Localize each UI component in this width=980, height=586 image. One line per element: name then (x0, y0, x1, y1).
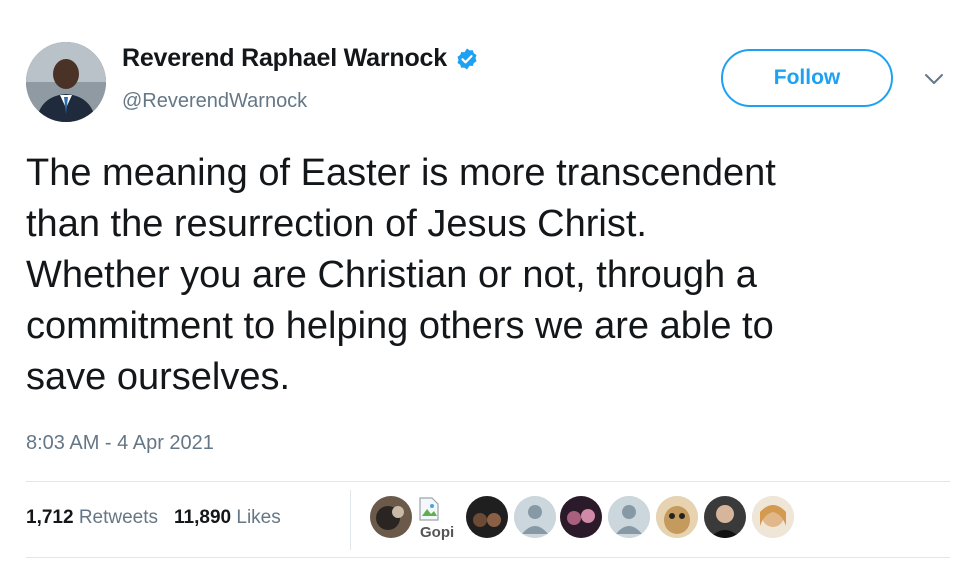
chevron-down-icon[interactable] (923, 72, 945, 86)
divider-bottom (26, 557, 950, 558)
likes-label: Likes (236, 507, 281, 528)
liker-avatar-4[interactable] (656, 496, 698, 538)
liker-avatar-5[interactable] (704, 496, 746, 538)
tweet-text: The meaning of Easter is more transcende… (26, 152, 776, 398)
broken-image-alt-text: Gopi (420, 524, 455, 541)
verified-badge-icon (457, 48, 477, 69)
likes-stat[interactable]: 11,890 Likes (174, 507, 281, 529)
author-name[interactable]: Reverend Raphael Warnock (122, 44, 479, 73)
liker-avatar-default-2[interactable] (608, 496, 650, 538)
retweets-label: Retweets (78, 507, 159, 528)
broken-image-icon (419, 497, 439, 521)
tweet-card: Reverend Raphael Warnock @ReverendWarnoc… (0, 0, 980, 586)
author-handle[interactable]: @ReverendWarnock (122, 90, 307, 113)
author-name-text: Reverend Raphael Warnock (122, 44, 447, 72)
follow-button[interactable]: Follow (721, 49, 893, 107)
liker-avatar-6[interactable] (752, 496, 794, 538)
likes-count: 11,890 (174, 507, 232, 528)
tweet-timestamp[interactable]: 8:03 AM - 4 Apr 2021 (26, 432, 214, 455)
liker-broken-image[interactable]: Gopi (418, 496, 466, 546)
divider-top (26, 481, 950, 482)
stats-separator (350, 490, 351, 550)
retweets-count: 1,712 (26, 507, 74, 528)
tweet-stats: 1,712 Retweets 11,890 Likes (26, 507, 281, 529)
author-avatar[interactable] (26, 42, 106, 122)
liker-avatar-default-1[interactable] (514, 496, 556, 538)
liker-avatar-1[interactable] (370, 496, 412, 538)
liker-avatar-3[interactable] (560, 496, 602, 538)
liker-avatar-2[interactable] (466, 496, 508, 538)
retweets-stat[interactable]: 1,712 Retweets (26, 507, 158, 529)
